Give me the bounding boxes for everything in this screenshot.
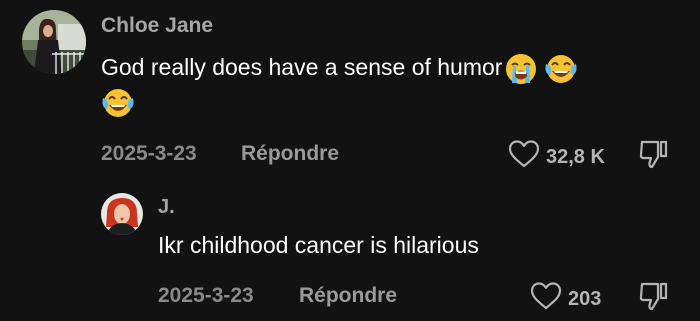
comment-text-line-2	[101, 86, 135, 120]
avatar-chloe-jane[interactable]	[22, 10, 86, 74]
reply-dislike-button[interactable]	[637, 279, 671, 318]
loudly-crying-face-icon	[504, 52, 538, 86]
reply-button[interactable]: Répondre	[241, 142, 339, 166]
reply-to-reply-button[interactable]: Répondre	[299, 284, 397, 308]
comment-author[interactable]: Chloe Jane	[101, 14, 213, 38]
like-count: 32,8 K	[546, 145, 605, 168]
heart-icon	[530, 281, 562, 317]
reply-author[interactable]: J.	[158, 196, 175, 219]
reply-like-button[interactable]: 203	[530, 281, 601, 317]
dislike-button[interactable]	[637, 137, 671, 176]
comment-text-line: God really does have a sense of humor	[101, 54, 503, 81]
thumbs-down-icon	[637, 282, 671, 317]
reply-text: Ikr childhood cancer is hilarious	[158, 232, 479, 258]
comment-text: God really does have a sense of humor	[101, 52, 578, 86]
face-with-tears-of-joy-icon	[101, 86, 135, 120]
face-with-tears-of-joy-icon	[544, 52, 578, 86]
avatar-j[interactable]	[101, 193, 143, 235]
like-button[interactable]: 32,8 K	[508, 139, 605, 175]
comment-date: 2025-3-23	[101, 142, 197, 165]
heart-icon	[508, 139, 540, 175]
like-count: 203	[568, 287, 602, 310]
thumbs-down-icon	[637, 140, 671, 175]
reply-date: 2025-3-23	[158, 284, 254, 307]
